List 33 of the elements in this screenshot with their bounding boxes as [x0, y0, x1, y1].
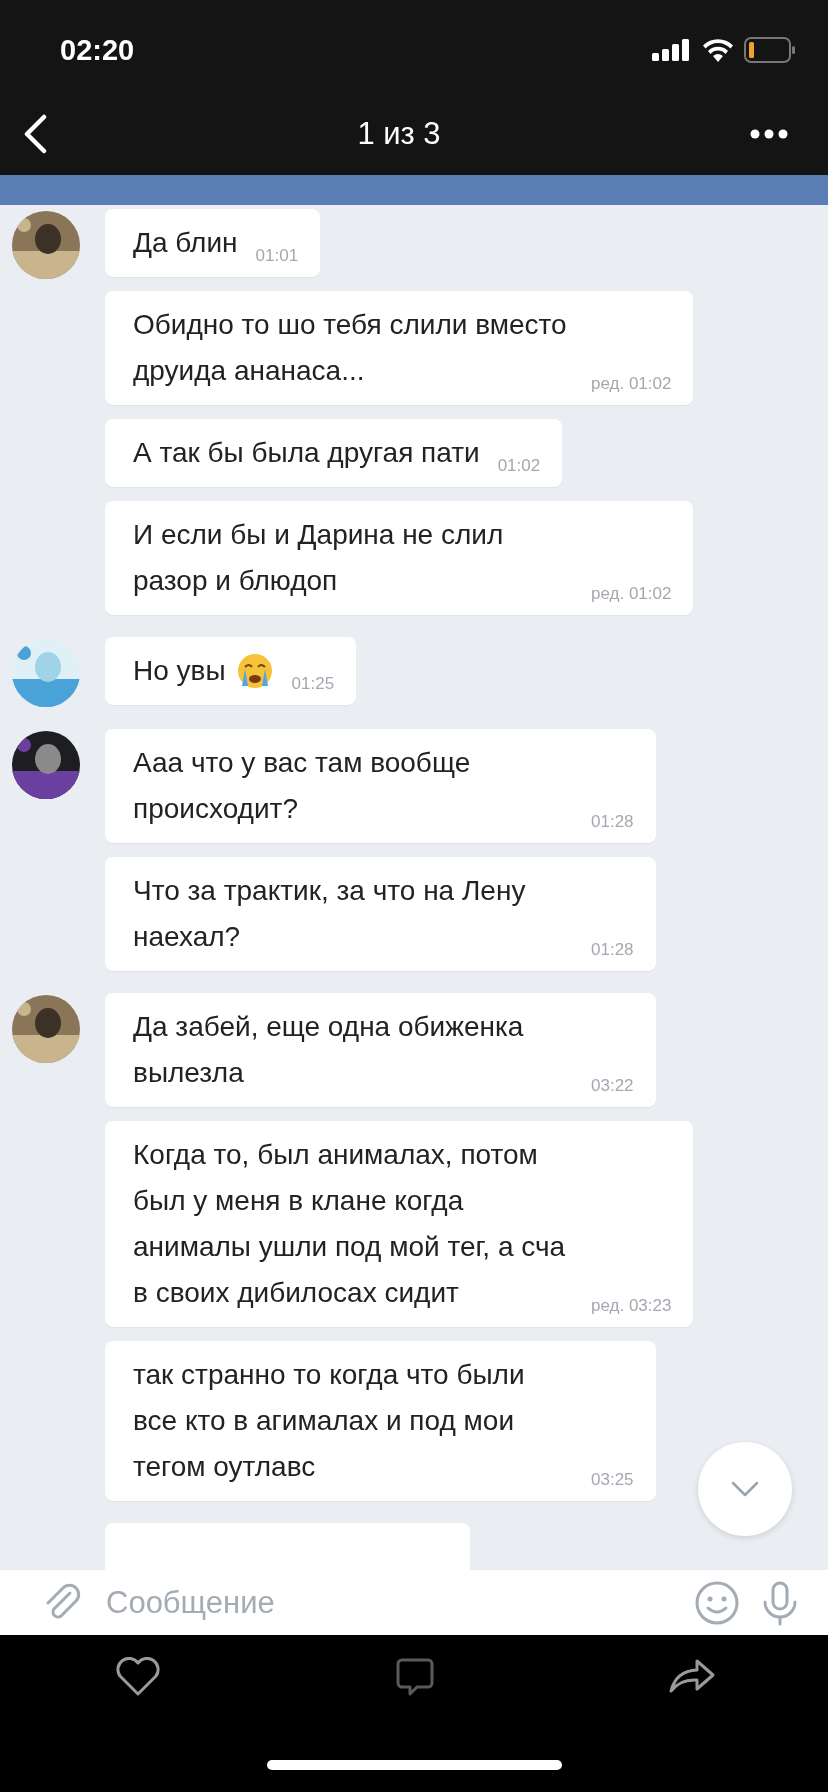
back-icon[interactable]: [22, 113, 48, 154]
message-time: 03:22: [591, 1075, 634, 1097]
message-text: А так бы была другая пати: [133, 436, 480, 470]
comment-icon[interactable]: [394, 1657, 435, 1697]
heart-icon[interactable]: [115, 1657, 161, 1697]
message-input[interactable]: Сообщение: [104, 1576, 674, 1629]
message-time: 01:28: [591, 811, 634, 833]
status-time: 02:20: [60, 33, 135, 67]
message-field[interactable]: Сообщение: [0, 1570, 828, 1635]
message-text: так странно то когда что были все кто в агималах и под мои тегом оутлавс: [133, 1358, 526, 1484]
message-time: 01:25: [291, 673, 335, 695]
message-time: 01:28: [591, 939, 634, 961]
message-time: 01:01: [255, 245, 299, 267]
message-time: 03:25: [591, 1469, 634, 1491]
wifi-icon: [702, 38, 734, 62]
message-time: ред. 01:02: [591, 373, 672, 395]
message-text: Обидно то шо тебя слили вместо друида ананаса...: [133, 308, 568, 388]
message-text: Ааа что у вас там вообще происходит?: [133, 746, 472, 826]
signal-icon: [652, 39, 692, 61]
smiley-icon[interactable]: [694, 1579, 740, 1626]
message-text: Да блин: [133, 226, 238, 260]
message-text: Но увы: [133, 654, 226, 688]
message-text: Что за трактик, за что на Лену наехал?: [133, 874, 527, 954]
message-text: Когда то, был анималах, потом был у меня в клане когда анималы ушли под мой тег, а сча в своих дибилосах сидит: [133, 1138, 567, 1310]
message-time: 01:02: [497, 455, 541, 477]
message-time: ред. 01:02: [591, 583, 672, 605]
photo-counter: 1 из 3: [357, 115, 441, 152]
message-text: Да забей, еще одна обиженка вылезла: [133, 1010, 525, 1090]
more-icon[interactable]: [750, 128, 788, 139]
chevron-down-icon: [730, 1480, 760, 1498]
message-text: И если бы и Дарина не слил разор и блюдоп: [133, 518, 505, 598]
battery-icon: [744, 37, 796, 63]
message-time: ред. 03:23: [591, 1295, 672, 1317]
